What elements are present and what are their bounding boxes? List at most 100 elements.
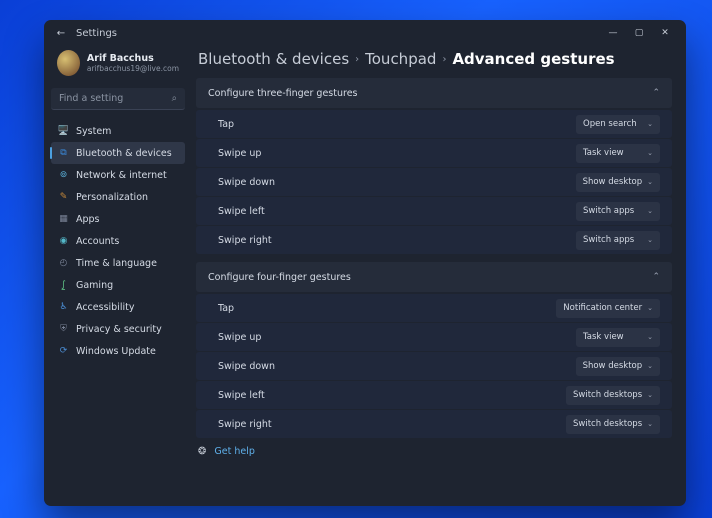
chevron-down-icon: ⌄ — [647, 120, 653, 128]
nav-icon: ⟳ — [58, 346, 69, 357]
gesture-row: Tap Open search ⌄ — [196, 110, 672, 138]
dropdown-value: Switch apps — [583, 206, 634, 216]
sidebar-item-network-internet[interactable]: ⊚ Network & internet — [51, 164, 185, 186]
chevron-down-icon: ⌄ — [647, 149, 653, 157]
gesture-label: Tap — [218, 119, 576, 130]
gesture-dropdown[interactable]: Notification center ⌄ — [556, 299, 660, 318]
nav-label: Accessibility — [76, 302, 134, 313]
dropdown-value: Show desktop — [583, 361, 643, 371]
main-content: Bluetooth & devices › Touchpad › Advance… — [192, 46, 686, 506]
chevron-down-icon: ⌄ — [647, 236, 653, 244]
section-header[interactable]: Configure four-finger gestures⌃ — [196, 262, 672, 292]
nav-label: Time & language — [76, 258, 157, 269]
gesture-row: Swipe rightSwitch apps⌄ — [196, 226, 672, 254]
dropdown-value: Open search — [583, 119, 637, 129]
sidebar-item-bluetooth-devices[interactable]: ⧉Bluetooth & devices — [51, 142, 185, 164]
chevron-down-icon: ⌄ — [647, 207, 653, 215]
search-placeholder: Find a setting — [59, 93, 172, 104]
gesture-dropdown[interactable]: Show desktop ⌄ — [576, 173, 660, 192]
titlebar: ← Settings — ▢ ✕ — [44, 20, 686, 46]
section-header[interactable]: Configure three-finger gestures⌃ — [196, 78, 672, 108]
gesture-label: Swipe up — [218, 148, 576, 159]
nav-label: Personalization — [76, 192, 148, 203]
sidebar-item-system[interactable]: 🖥️ System — [51, 120, 185, 142]
sidebar-item-accessibility[interactable]: ♿ Accessibility — [51, 296, 185, 318]
sidebar-item-windows-update[interactable]: ⟳Windows Update — [51, 340, 185, 362]
chevron-down-icon: ⌄ — [647, 178, 653, 186]
nav-icon: ◴ — [58, 258, 69, 269]
nav-label: Gaming — [76, 280, 113, 291]
search-icon: ⌕ — [172, 93, 177, 104]
gesture-dropdown[interactable]: Task view ⌄ — [576, 328, 660, 347]
gesture-row: Swipe left Switch desktops ⌄ — [196, 381, 672, 409]
gesture-section: Configure four-finger gestures⌃TapNotifi… — [196, 262, 672, 438]
dropdown-value: Switch desktops — [573, 390, 642, 400]
breadcrumb: Bluetooth & devices › Touchpad › Advance… — [196, 50, 672, 68]
gesture-dropdown[interactable]: Switch desktops ⌄ — [566, 386, 660, 405]
close-button[interactable]: ✕ — [652, 28, 678, 38]
profile[interactable]: Arif Bacchus arifbacchus19@live.com — [51, 46, 185, 86]
gesture-label: Swipe down — [218, 361, 576, 372]
nav-icon: ⛨ — [58, 324, 69, 335]
gesture-label: Tap — [218, 303, 556, 314]
gesture-dropdown[interactable]: Show desktop⌄ — [576, 357, 660, 376]
nav-icon: ◉ — [58, 236, 69, 247]
window-title: Settings — [76, 28, 117, 39]
gesture-row: Swipe rightSwitch desktops⌄ — [196, 410, 672, 438]
search-input[interactable]: Find a setting ⌕ — [51, 88, 185, 110]
sidebar-item-personalization[interactable]: ✎Personalization — [51, 186, 185, 208]
help-icon: ❂ — [198, 446, 206, 457]
profile-name: Arif Bacchus — [87, 53, 179, 64]
chevron-down-icon: ⌄ — [647, 333, 653, 341]
nav-label: Accounts — [76, 236, 119, 247]
gesture-dropdown[interactable]: Switch apps ⌄ — [576, 202, 660, 221]
sidebar-item-gaming[interactable]: ⨜ Gaming — [51, 274, 185, 296]
gesture-label: Swipe right — [218, 419, 566, 430]
nav-label: Bluetooth & devices — [76, 148, 172, 159]
dropdown-value: Show desktop — [583, 177, 643, 187]
minimize-button[interactable]: — — [600, 28, 626, 38]
back-button[interactable]: ← — [52, 28, 70, 39]
gesture-row: Swipe leftSwitch apps⌄ — [196, 197, 672, 225]
sidebar-item-accounts[interactable]: ◉ Accounts — [51, 230, 185, 252]
sidebar-item-time-language[interactable]: ◴ Time & language — [51, 252, 185, 274]
gesture-row: Swipe down Show desktop ⌄ — [196, 168, 672, 196]
profile-email: arifbacchus19@live.com — [87, 64, 179, 73]
gesture-dropdown[interactable]: Switch desktops⌄ — [566, 415, 660, 434]
nav-label: System — [76, 126, 111, 137]
nav-icon: ▦ — [58, 214, 69, 225]
dropdown-value: Task view — [583, 332, 624, 342]
nav-icon: ♿ — [58, 302, 69, 313]
nav-label: Privacy & security — [76, 324, 162, 335]
page-title: Advanced gestures — [452, 50, 614, 68]
nav-label: Network & internet — [76, 170, 167, 181]
sidebar-item-apps[interactable]: ▦Apps — [51, 208, 185, 230]
chevron-down-icon: ⌄ — [647, 391, 653, 399]
chevron-right-icon: › — [442, 54, 446, 65]
gesture-label: Swipe left — [218, 390, 566, 401]
breadcrumb-item[interactable]: Bluetooth & devices — [198, 50, 349, 68]
gesture-label: Swipe down — [218, 177, 576, 188]
gesture-label: Swipe up — [218, 332, 576, 343]
nav-icon: ⨜ — [58, 280, 69, 291]
nav-icon: 🖥️ — [58, 126, 69, 137]
chevron-right-icon: › — [355, 54, 359, 65]
get-help-link[interactable]: ❂ Get help — [196, 446, 672, 457]
gesture-row: Swipe downShow desktop⌄ — [196, 352, 672, 380]
breadcrumb-item[interactable]: Touchpad — [365, 50, 436, 68]
gesture-row: Swipe up Task view ⌄ — [196, 323, 672, 351]
nav-icon: ⊚ — [58, 170, 69, 181]
chevron-down-icon: ⌄ — [647, 304, 653, 312]
gesture-dropdown[interactable]: Task view⌄ — [576, 144, 660, 163]
sidebar: Arif Bacchus arifbacchus19@live.com Find… — [44, 46, 192, 506]
settings-window: ← Settings — ▢ ✕ Arif Bacchus arifbacchu… — [44, 20, 686, 506]
maximize-button[interactable]: ▢ — [626, 28, 652, 38]
section-title: Configure four-finger gestures — [208, 272, 652, 283]
sidebar-item-privacy-security[interactable]: ⛨ Privacy & security — [51, 318, 185, 340]
gesture-section: Configure three-finger gestures⌃TapOpen … — [196, 78, 672, 254]
gesture-dropdown[interactable]: Switch apps⌄ — [576, 231, 660, 250]
avatar — [57, 50, 80, 76]
dropdown-value: Notification center — [563, 303, 642, 313]
gesture-dropdown[interactable]: Open search ⌄ — [576, 115, 660, 134]
chevron-up-icon: ⌃ — [652, 272, 660, 282]
